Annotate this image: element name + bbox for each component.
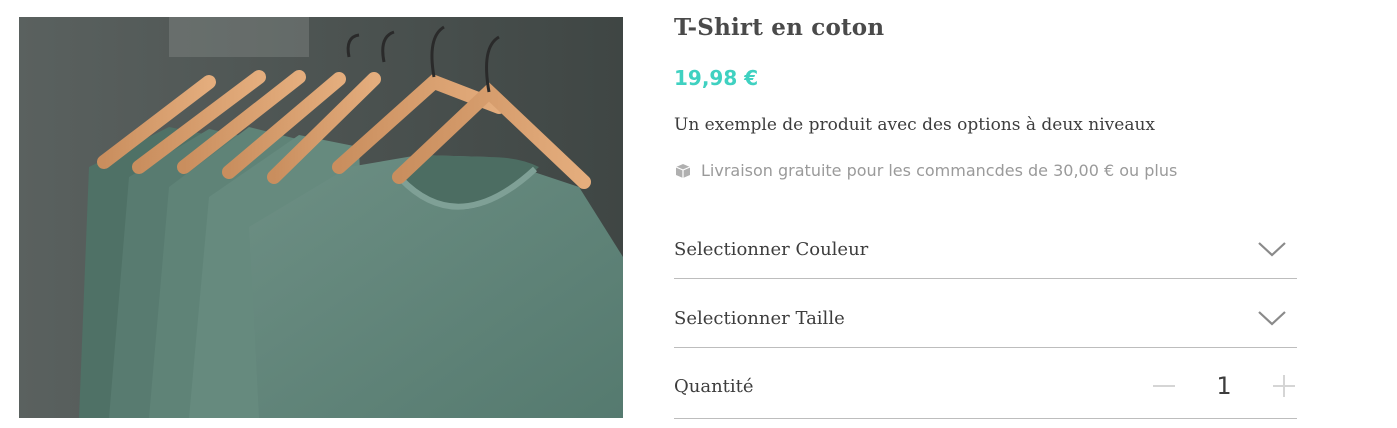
- minus-icon[interactable]: [1151, 373, 1177, 399]
- product-description: Un exemple de produit avec des options à…: [674, 115, 1156, 135]
- tshirts-on-hangers-photo: [19, 17, 623, 418]
- quantity-row: Quantité 1: [674, 354, 1297, 419]
- select-size[interactable]: Selectionner Taille: [674, 289, 1297, 348]
- shipping-note: Livraison gratuite pour les commancdes d…: [674, 161, 1177, 180]
- plus-icon[interactable]: [1271, 373, 1297, 399]
- chevron-down-icon[interactable]: [1257, 240, 1287, 258]
- product-image: [19, 17, 623, 418]
- select-color-label: Selectionner Couleur: [674, 238, 869, 260]
- quantity-label: Quantité: [674, 375, 754, 397]
- product-title: T-Shirt en coton: [674, 14, 885, 41]
- chevron-down-icon[interactable]: [1257, 309, 1287, 327]
- quantity-value[interactable]: 1: [1177, 372, 1271, 400]
- shipping-text: Livraison gratuite pour les commancdes d…: [701, 161, 1178, 180]
- quantity-stepper: 1: [1151, 372, 1297, 400]
- box-icon: [674, 162, 692, 180]
- select-color[interactable]: Selectionner Couleur: [674, 220, 1297, 279]
- product-price: 19,98 €: [674, 66, 759, 90]
- select-size-label: Selectionner Taille: [674, 307, 845, 329]
